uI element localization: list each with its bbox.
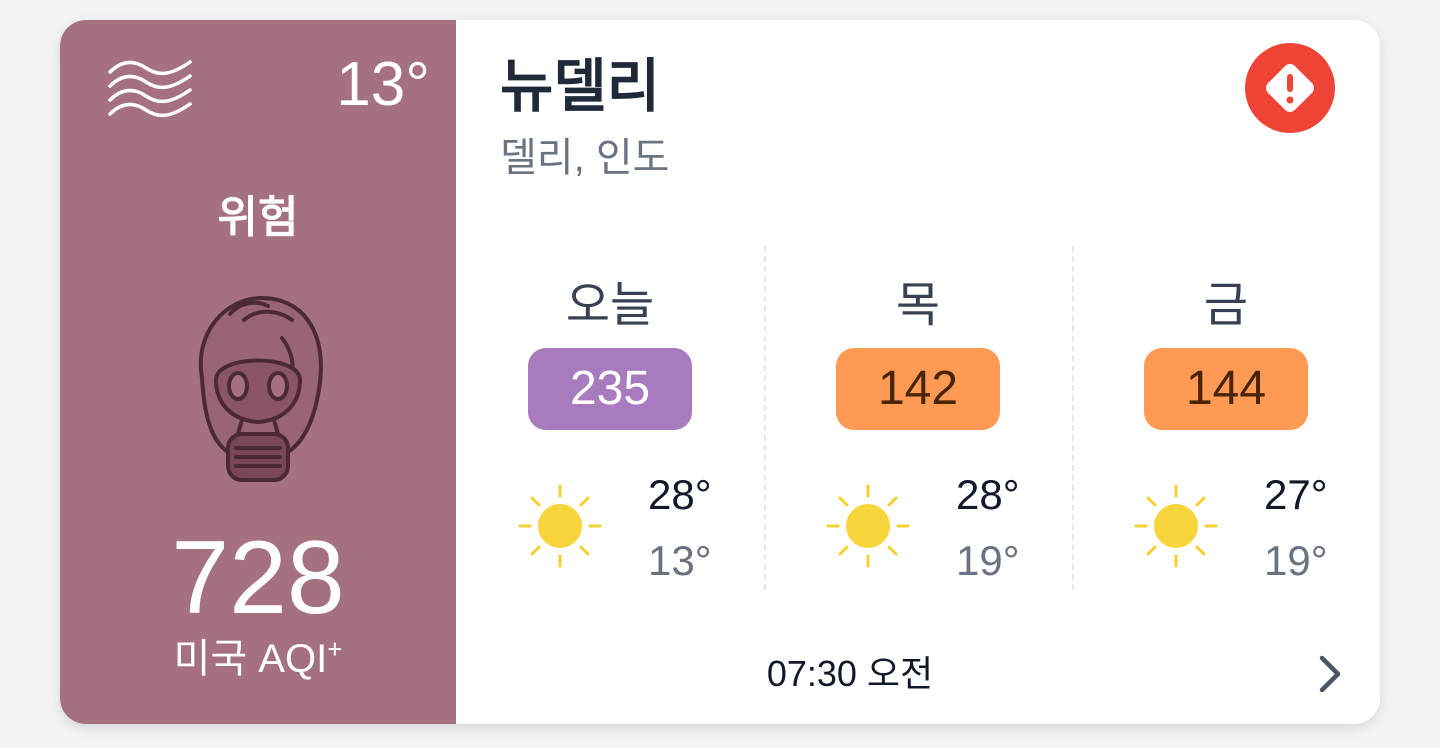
forecast-day-label: 오늘 <box>565 279 655 332</box>
sun-icon <box>1134 484 1218 568</box>
forecast-aqi-badge: 142 <box>836 348 1000 430</box>
city-name: 뉴델리 <box>500 54 661 119</box>
forecast-day-today: 오늘 235 28° 13° <box>456 246 764 594</box>
aqi-level-label: 위험 <box>217 193 299 242</box>
forecast-aqi-badge: 235 <box>528 348 692 430</box>
forecast-high-temp: 28° <box>956 471 1020 518</box>
aqi-value: 728 <box>171 520 345 636</box>
sun-icon <box>826 484 910 568</box>
aqi-panel: 13° 위험 728 미국 AQI+ <box>60 20 456 724</box>
forecast-day-label: 금 <box>1203 279 1249 332</box>
forecast-day-thu: 목 142 28° 19° <box>764 246 1072 594</box>
aqi-unit-text: 미국 AQI <box>173 637 328 681</box>
forecast-list: 오늘 235 28° 13° 목 142 28° 19° 금 144 27° 1… <box>456 246 1380 594</box>
forecast-low-temp: 13° <box>648 537 712 584</box>
forecast-low-temp: 19° <box>956 537 1020 584</box>
forecast-aqi-badge: 144 <box>1144 348 1308 430</box>
wind-icon <box>108 60 192 118</box>
forecast-day-fri: 금 144 27° 19° <box>1072 246 1380 594</box>
forecast-high-temp: 28° <box>648 471 712 518</box>
updated-time: 07:30 오전 <box>766 653 934 694</box>
gas-mask-icon <box>198 296 323 482</box>
aqi-unit-sup: + <box>327 634 343 664</box>
aqi-unit-label: 미국 AQI+ <box>60 636 456 679</box>
forecast-high-temp: 27° <box>1264 471 1328 518</box>
region-name: 델리, 인도 <box>500 136 670 180</box>
air-quality-widget[interactable]: 13° 위험 728 미국 AQI+ 뉴델리 델리, 인도 오늘 235 28°… <box>60 20 1380 724</box>
chevron-right-icon[interactable] <box>1314 650 1346 698</box>
forecast-day-label: 목 <box>895 279 941 332</box>
sun-icon <box>518 484 602 568</box>
forecast-low-temp: 19° <box>1264 537 1328 584</box>
current-temperature: 13° <box>336 50 430 119</box>
alert-diamond-icon[interactable] <box>1244 42 1336 134</box>
